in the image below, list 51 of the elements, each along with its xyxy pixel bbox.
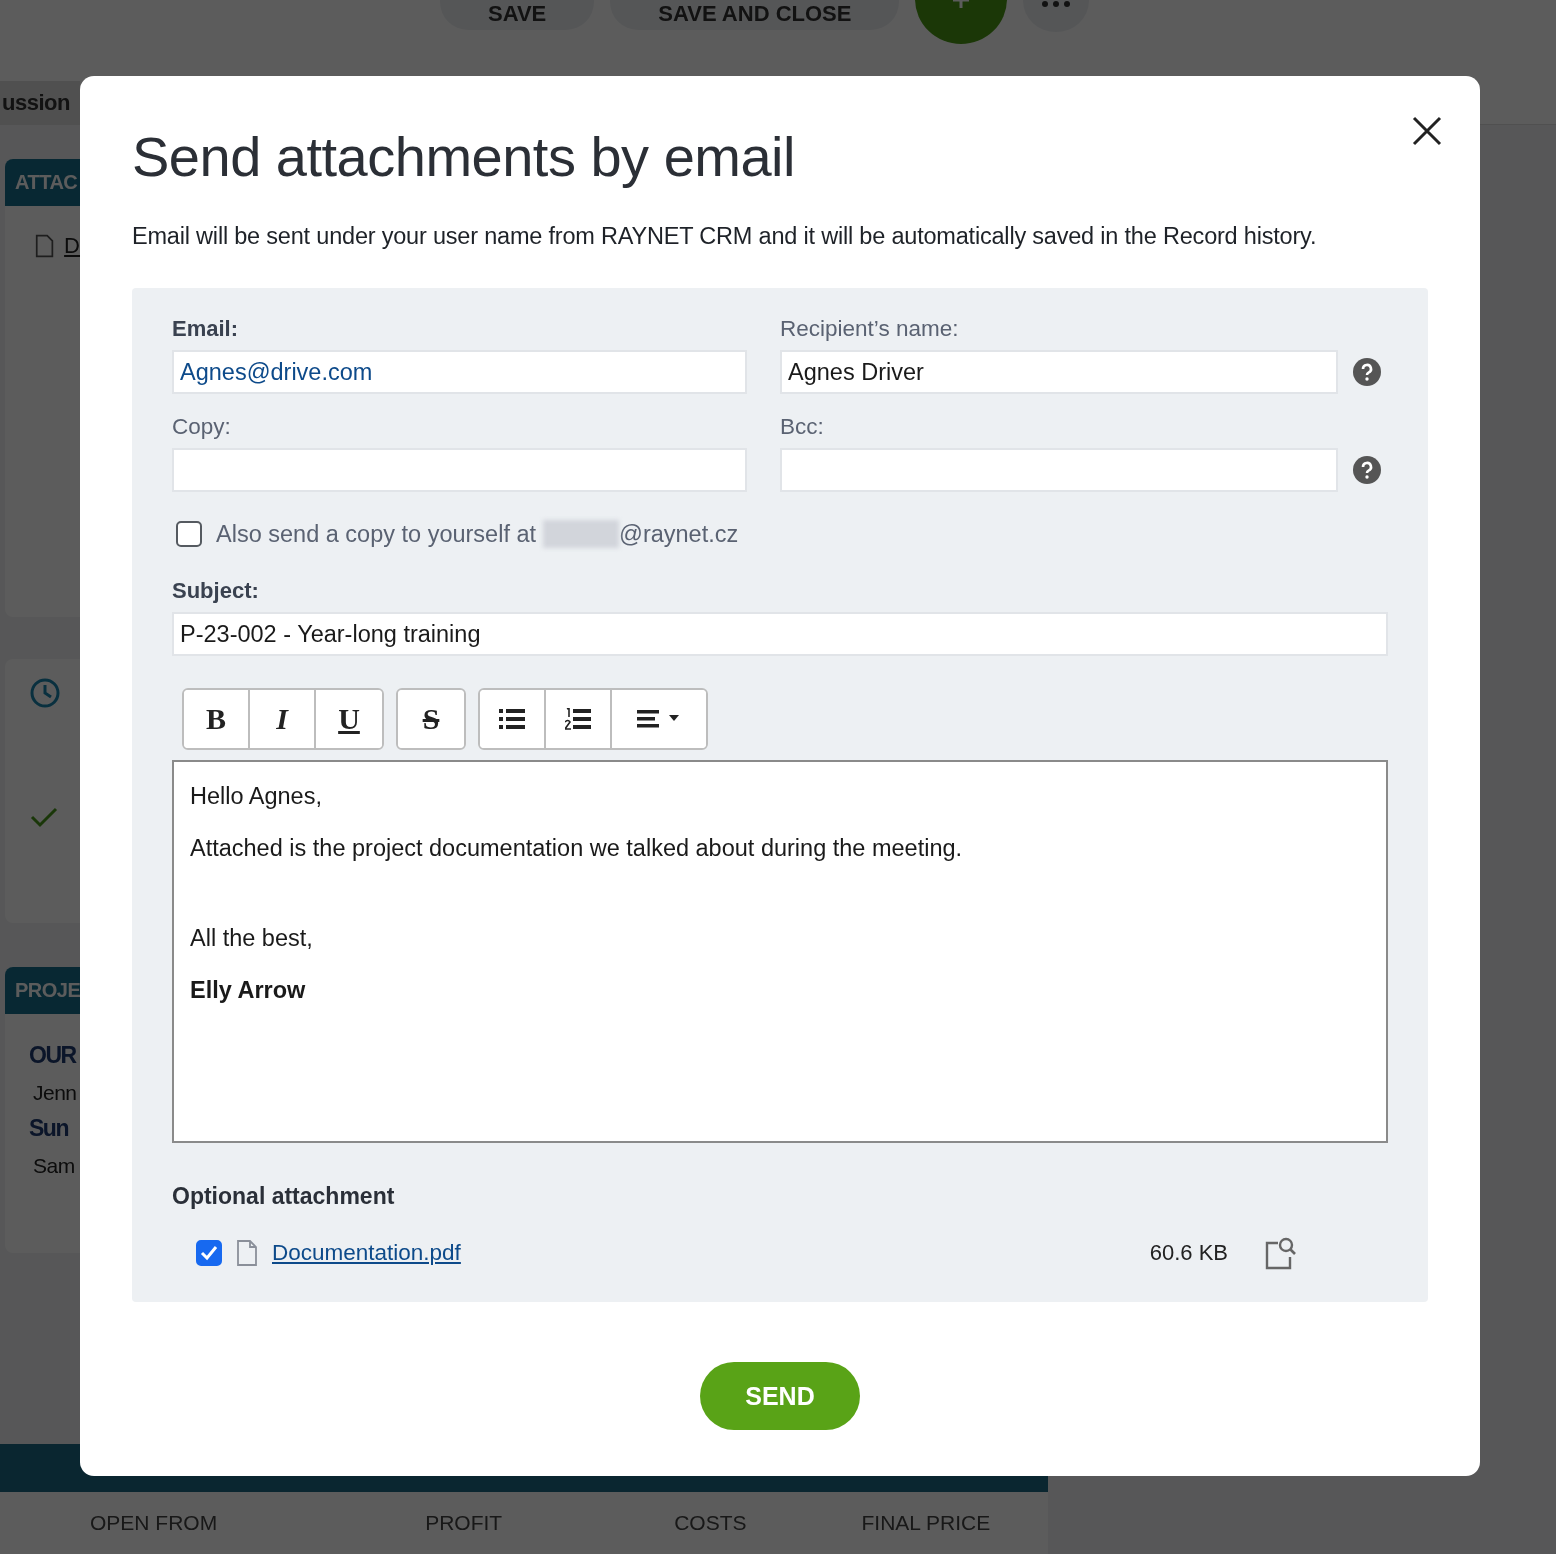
closing-text: All the best, — [190, 925, 314, 952]
check-icon — [29, 805, 59, 829]
project-heading: Sun — [28, 1114, 69, 1142]
attachment-heading: Optional attachment — [172, 1183, 396, 1210]
input-field[interactable] — [172, 448, 747, 492]
input-field[interactable] — [780, 448, 1338, 492]
checkmark-icon — [200, 1245, 218, 1261]
field-label: Bcc: — [780, 414, 825, 440]
input-field[interactable]: Agnes@drive.com — [172, 350, 747, 394]
field-label: Copy: — [172, 414, 232, 440]
bold-button[interactable]: B — [184, 690, 250, 748]
card-header: PROJE — [5, 967, 80, 1014]
column-header: OPEN FROM — [90, 1511, 218, 1535]
message-paragraph: Hello Agnes, — [190, 784, 323, 810]
project-heading: OUR — [28, 1041, 78, 1069]
checkbox[interactable] — [196, 1240, 222, 1266]
preview-icon[interactable] — [1264, 1236, 1298, 1270]
email-domain: @raynet.cz — [619, 520, 739, 548]
help-icon[interactable] — [1353, 358, 1381, 386]
message-paragraph: Attached is the project documentation we talked about during the meeting. — [190, 835, 964, 862]
file-icon — [35, 232, 55, 260]
bullet-list-button[interactable] — [480, 690, 546, 748]
numbered-list-icon — [565, 708, 591, 730]
help-icon[interactable] — [1353, 456, 1381, 484]
checkbox[interactable] — [176, 521, 202, 547]
project-text: Sam — [32, 1153, 76, 1178]
field-label: Recipient’s name: — [780, 316, 960, 342]
clock-icon — [29, 677, 61, 709]
file-icon — [236, 1239, 258, 1267]
signature: Elly Arrow — [190, 977, 307, 1004]
field-label: Subject: — [172, 578, 259, 603]
more-icon — [1041, 0, 1072, 8]
file-link[interactable]: Documentation.pdf — [272, 1240, 461, 1266]
close-icon — [1412, 116, 1442, 146]
field-label: Email: — [172, 316, 240, 342]
dialog-title: Send attachments by email — [132, 124, 796, 189]
strikethrough-button[interactable]: S — [398, 690, 464, 748]
close-button[interactable] — [1412, 116, 1442, 146]
column-header: FINAL PRICE — [861, 1511, 991, 1535]
subject-field[interactable]: P-23-002 - Year-long training — [172, 612, 1388, 656]
card-header: ATTAC — [5, 159, 80, 206]
intro-text: Email will be sent under your user name from RAYNET CRM and it will be automatically saved in the Record history. — [132, 223, 1318, 250]
message-editor[interactable]: Hello Agnes, Attached is the project documentation we talked about during the meeting. All the best, Elly Arrow — [172, 760, 1388, 1143]
column-header: COSTS — [674, 1511, 747, 1535]
column-header: PROFIT — [425, 1511, 503, 1535]
bullet-list-icon — [499, 708, 525, 730]
project-text: Jenn — [32, 1080, 78, 1105]
file-size: 60.6 KB — [1149, 1240, 1228, 1266]
input-field[interactable]: Agnes Driver — [780, 350, 1338, 394]
checkbox-label: Also send a copy to yourself at — [216, 520, 537, 548]
align-left-icon — [637, 709, 681, 729]
